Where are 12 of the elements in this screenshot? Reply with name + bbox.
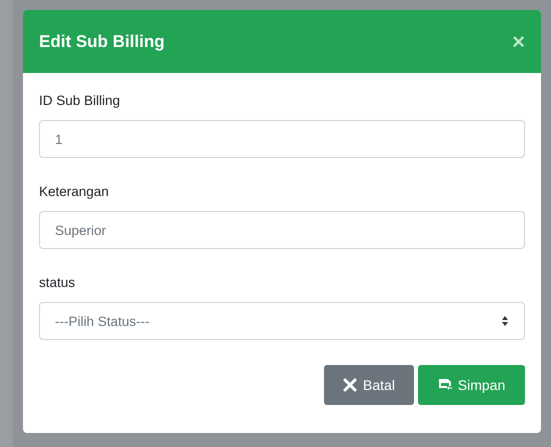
modal-title: Edit Sub Billing <box>39 32 165 52</box>
input-field[interactable]: Superior <box>39 211 525 249</box>
cancel-button[interactable]: Batal <box>324 365 414 405</box>
field-label: status <box>39 275 76 290</box>
input-field[interactable]: 1 <box>39 120 525 158</box>
field-label: ID Sub Billing <box>39 93 122 108</box>
caret-icon <box>501 315 509 327</box>
save-button[interactable]: Simpan <box>418 365 525 405</box>
status-select[interactable]: ---Pilih Status--- <box>39 302 525 340</box>
save-icon <box>438 378 452 392</box>
close-icon <box>343 378 358 392</box>
field-label: Keterangan <box>39 184 110 199</box>
